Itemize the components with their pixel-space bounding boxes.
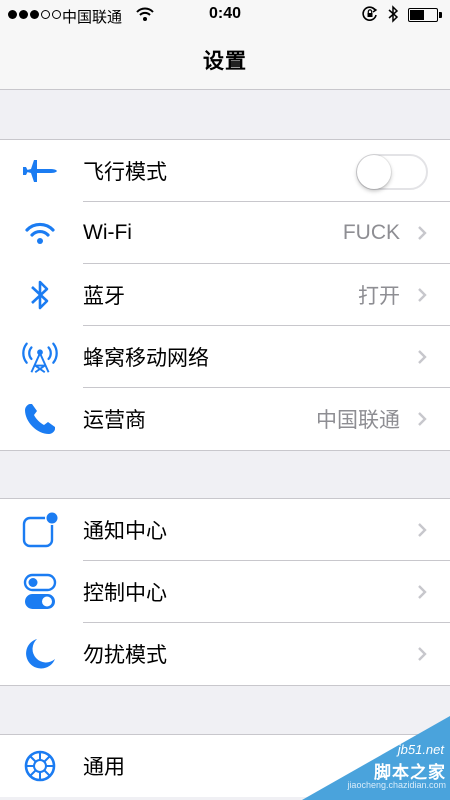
rotation-lock-icon bbox=[362, 6, 378, 21]
bluetooth-status-value: 打开 bbox=[358, 285, 400, 308]
airplane-icon bbox=[20, 152, 60, 190]
chevron-right-icon bbox=[418, 226, 427, 240]
row-label: Wi-Fi bbox=[83, 221, 132, 244]
control-center-icon bbox=[20, 573, 60, 611]
chevron-right-icon bbox=[418, 585, 427, 599]
page-title: 设置 bbox=[203, 49, 247, 73]
chevron-right-icon bbox=[418, 523, 427, 537]
row-label: 飞行模式 bbox=[83, 161, 167, 184]
nav-bar: 设置 bbox=[0, 30, 450, 90]
chevron-right-icon bbox=[418, 288, 427, 302]
row-wifi[interactable]: Wi-Fi FUCK bbox=[0, 202, 450, 264]
bluetooth-icon bbox=[20, 276, 60, 314]
row-notification-center[interactable]: 通知中心 bbox=[0, 499, 450, 561]
status-bar: 中国联通 0:40 bbox=[0, 0, 450, 30]
watermark-text: jiaocheng.chazidian.com bbox=[347, 780, 446, 790]
gear-icon bbox=[20, 747, 60, 785]
row-label: 控制中心 bbox=[83, 582, 167, 605]
row-control-center[interactable]: 控制中心 bbox=[0, 561, 450, 623]
chevron-right-icon bbox=[418, 647, 427, 661]
row-label: 运营商 bbox=[83, 409, 146, 432]
row-bluetooth[interactable]: 蓝牙 打开 bbox=[0, 264, 450, 326]
chevron-right-icon bbox=[418, 350, 427, 364]
carrier-value: 中国联通 bbox=[316, 409, 400, 432]
airplane-mode-toggle[interactable] bbox=[356, 154, 428, 190]
phone-icon bbox=[20, 400, 60, 438]
moon-icon bbox=[20, 635, 60, 673]
row-label: 蜂窝移动网络 bbox=[83, 347, 209, 370]
status-time: 0:40 bbox=[208, 5, 242, 22]
row-carrier[interactable]: 运营商 中国联通 bbox=[0, 388, 450, 450]
row-label: 蓝牙 bbox=[83, 285, 125, 308]
row-label: 勿扰模式 bbox=[83, 644, 167, 667]
row-cellular[interactable]: 蜂窝移动网络 bbox=[0, 326, 450, 388]
row-label: 通用 bbox=[83, 756, 125, 779]
cellular-antenna-icon bbox=[20, 338, 60, 376]
chevron-right-icon bbox=[418, 412, 427, 426]
watermark-site: jb51.net bbox=[397, 742, 444, 757]
settings-group-system: 通知中心 控制中心 勿扰模式 bbox=[0, 498, 450, 686]
row-airplane-mode[interactable]: 飞行模式 bbox=[0, 140, 450, 202]
battery-icon bbox=[408, 8, 442, 22]
bluetooth-status-icon bbox=[388, 5, 399, 23]
row-do-not-disturb[interactable]: 勿扰模式 bbox=[0, 623, 450, 685]
notification-center-icon bbox=[20, 511, 60, 549]
watermark: jb51.net 脚本之家 jiaocheng.chazidian.com bbox=[302, 716, 450, 800]
row-label: 通知中心 bbox=[83, 520, 167, 543]
wifi-network-value: FUCK bbox=[342, 221, 400, 244]
wifi-icon bbox=[20, 214, 60, 252]
settings-group-connectivity: 飞行模式 Wi-Fi FUCK 蓝牙 打开 蜂窝移动网络 运营商 中国联通 bbox=[0, 139, 450, 451]
